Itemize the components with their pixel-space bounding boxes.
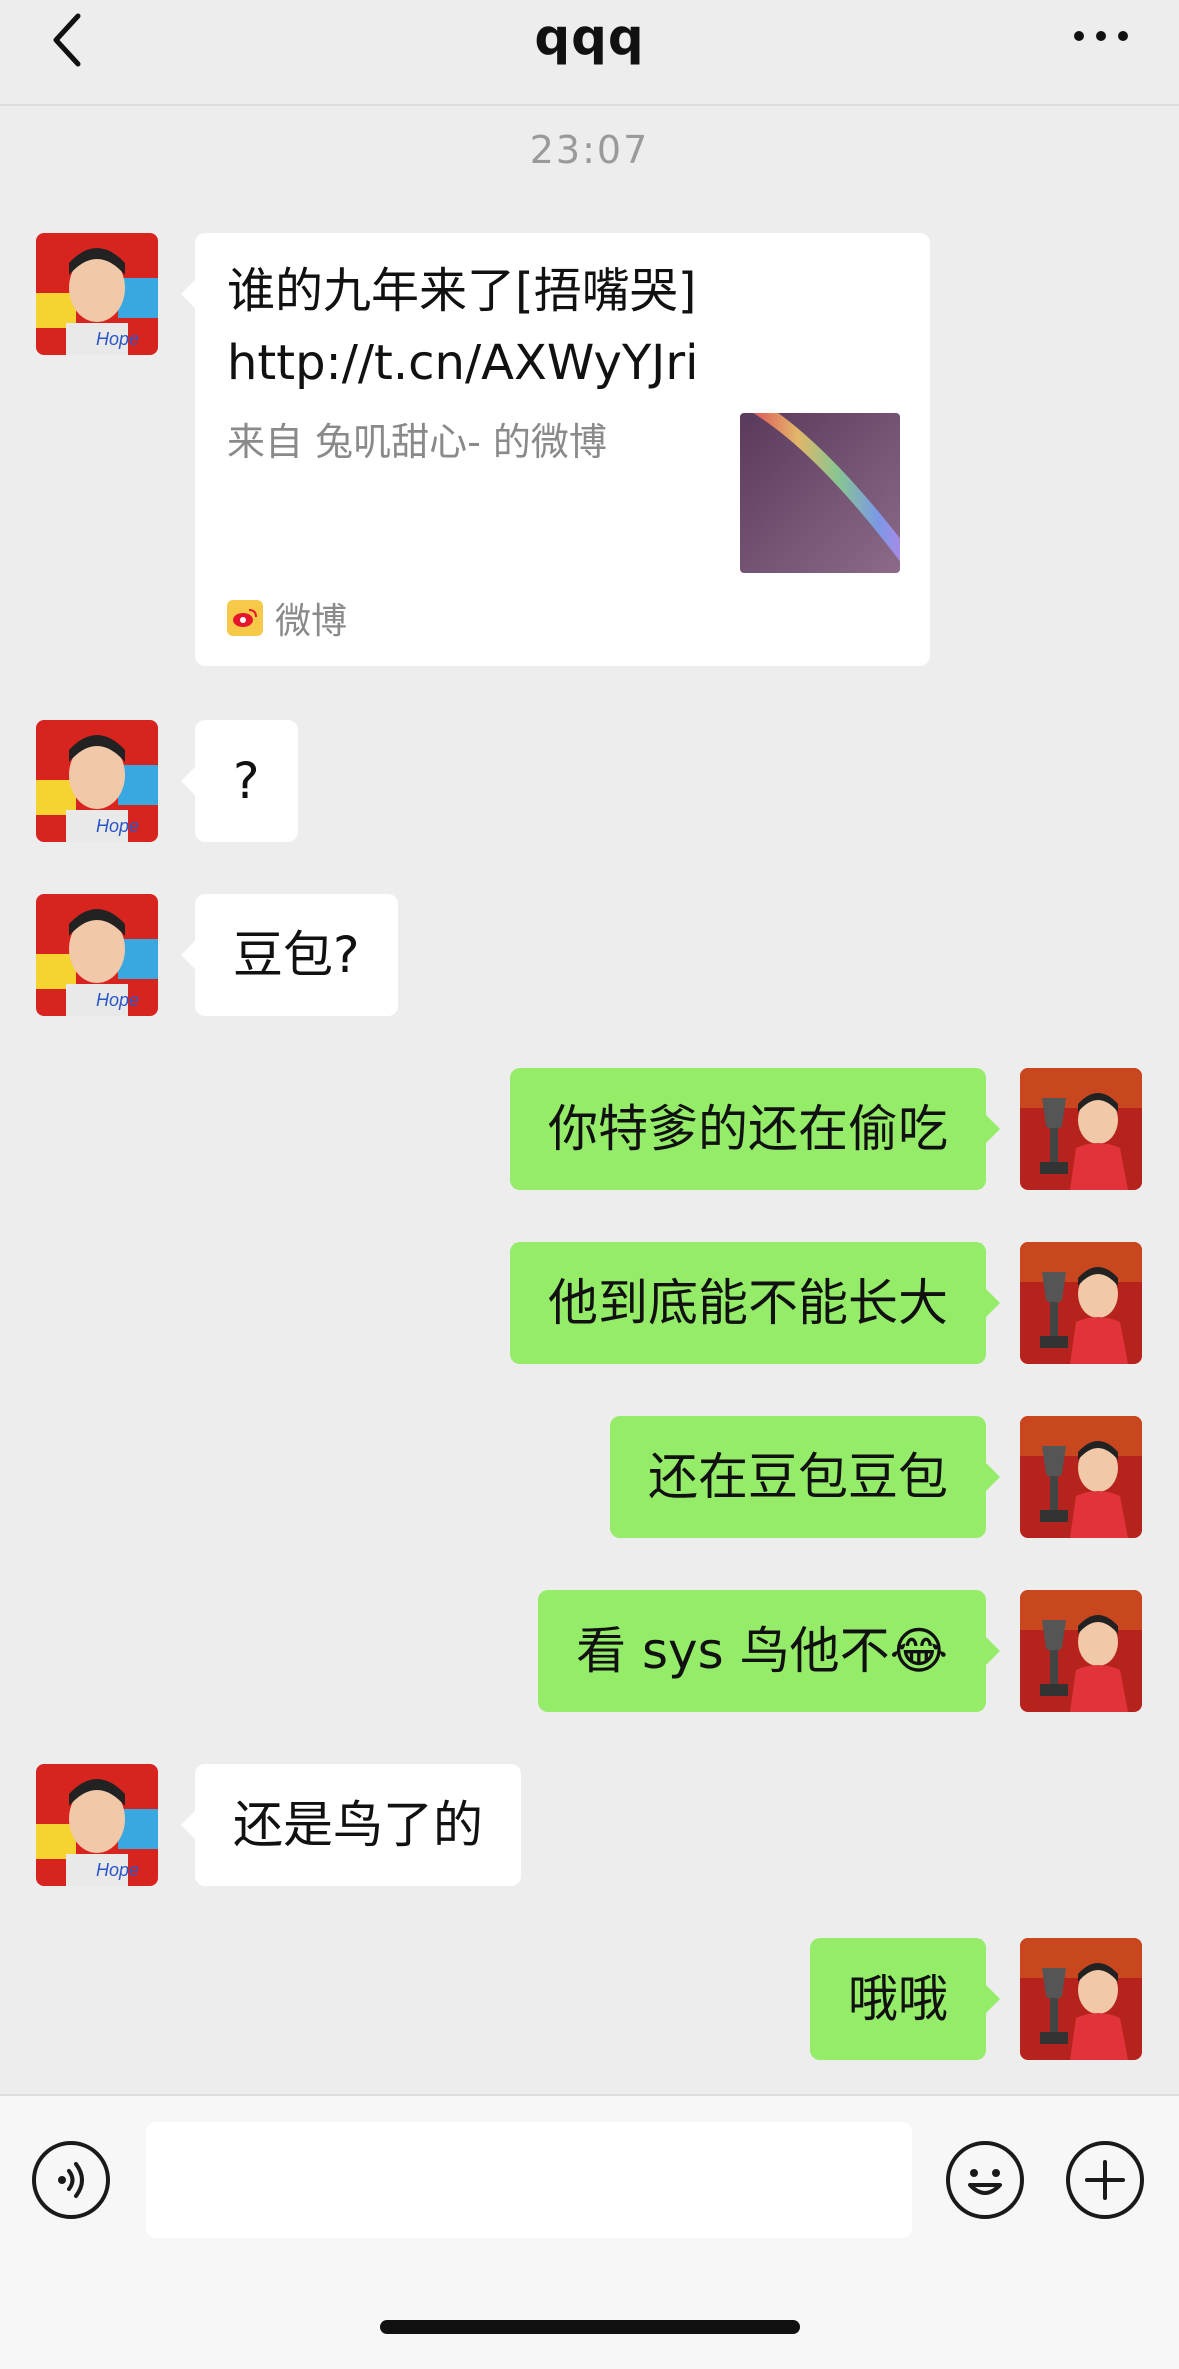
message-bubble-outgoing[interactable]: 哦哦 — [810, 1938, 1000, 2060]
avatar-contact[interactable] — [36, 1764, 158, 1886]
emoji-icon[interactable] — [946, 2141, 1024, 2219]
avatar-self[interactable] — [1020, 1242, 1142, 1364]
message-bubble-incoming[interactable]: 还是鸟了的 — [181, 1764, 521, 1886]
plus-icon[interactable] — [1066, 2141, 1144, 2219]
avatar-self[interactable] — [1020, 1590, 1142, 1712]
link-card-thumbnail — [740, 413, 900, 573]
message-bubble-outgoing[interactable]: 你特爹的还在偷吃 — [510, 1068, 1000, 1190]
avatar-contact[interactable] — [36, 894, 158, 1016]
link-card-description: 来自 兔叽甜心- 的微博 — [227, 420, 607, 464]
message-bubble-incoming[interactable]: 豆包? — [181, 894, 398, 1016]
link-card-source-label: 微博 — [275, 601, 348, 642]
chat-header: qqq — [0, 0, 1179, 106]
link-card-source: 微博 — [227, 593, 347, 643]
avatar-self[interactable] — [1020, 1938, 1142, 2060]
avatar-self[interactable] — [1020, 1416, 1142, 1538]
weibo-icon — [227, 600, 263, 636]
more-dots-icon[interactable] — [1071, 24, 1131, 48]
link-card[interactable]: 谁的九年来了[捂嘴哭] http://t.cn/AXWyYJri 来自 兔叽甜心… — [181, 233, 930, 666]
message-bubble-outgoing[interactable]: 还在豆包豆包 — [610, 1416, 1000, 1538]
message-bubble-outgoing[interactable]: 看 sys 鸟他不😂 — [538, 1590, 1000, 1712]
avatar-contact[interactable] — [36, 233, 158, 355]
avatar-self[interactable] — [1020, 1068, 1142, 1190]
message-timestamp: 23:07 — [529, 128, 650, 172]
message-bubble-incoming[interactable]: ? — [181, 720, 298, 842]
chat-title: qqq — [534, 8, 645, 66]
message-input[interactable] — [146, 2122, 912, 2238]
avatar-contact[interactable] — [36, 720, 158, 842]
voice-icon[interactable] — [32, 2141, 110, 2219]
message-bubble-outgoing[interactable]: 他到底能不能长大 — [510, 1242, 1000, 1364]
link-card-title: 谁的九年来了[捂嘴哭] http://t.cn/AXWyYJri — [227, 263, 699, 391]
home-indicator — [380, 2320, 800, 2334]
